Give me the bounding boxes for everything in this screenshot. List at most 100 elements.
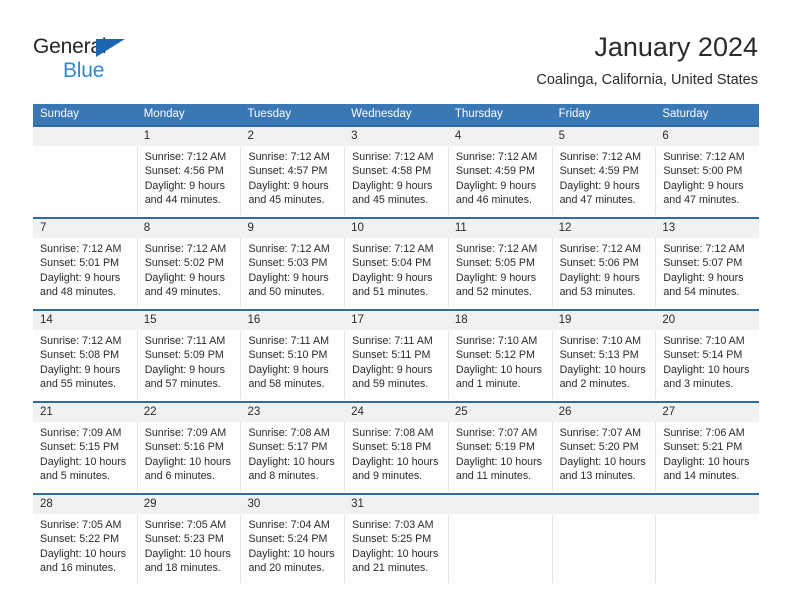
daylight-text-1: Daylight: 9 hours bbox=[352, 179, 433, 192]
day-cell[interactable]: 25 Sunrise: 7:07 AM Sunset: 5:19 PM Dayl… bbox=[447, 403, 552, 493]
day-cell[interactable]: 21 Sunrise: 7:09 AM Sunset: 5:15 PM Dayl… bbox=[33, 403, 137, 493]
day-number: 6 bbox=[655, 127, 760, 146]
sunrise-text: Sunrise: 7:12 AM bbox=[144, 243, 227, 255]
day-cell[interactable] bbox=[33, 127, 137, 217]
sunset-text: Sunset: 4:57 PM bbox=[248, 165, 328, 178]
day-cell[interactable]: 31 Sunrise: 7:03 AM Sunset: 5:25 PM Dayl… bbox=[344, 495, 448, 585]
day-cell[interactable] bbox=[655, 495, 760, 585]
day-cell[interactable]: 24 Sunrise: 7:08 AM Sunset: 5:18 PM Dayl… bbox=[344, 403, 448, 493]
day-number: 12 bbox=[551, 219, 656, 238]
calendar-page: General Blue January 2024 Coalinga, Cali… bbox=[0, 0, 792, 612]
day-number: 4 bbox=[447, 127, 552, 146]
sunrise-text: Sunrise: 7:06 AM bbox=[663, 427, 745, 439]
daylight-text-2: and 58 minutes. bbox=[248, 377, 325, 390]
day-cell[interactable]: 18 Sunrise: 7:10 AM Sunset: 5:12 PM Dayl… bbox=[447, 311, 552, 401]
sunset-text: Sunset: 5:23 PM bbox=[144, 533, 224, 546]
day-number: 8 bbox=[136, 219, 241, 238]
weekday-header-friday: Friday bbox=[558, 108, 591, 120]
sunset-text: Sunset: 5:02 PM bbox=[144, 257, 224, 270]
sunrise-text: Sunrise: 7:03 AM bbox=[352, 519, 434, 531]
sunrise-text: Sunrise: 7:07 AM bbox=[559, 427, 641, 439]
day-cell[interactable]: 8 Sunrise: 7:12 AM Sunset: 5:02 PM Dayli… bbox=[136, 219, 241, 309]
sunset-text: Sunset: 5:19 PM bbox=[455, 441, 535, 454]
day-cell[interactable]: 30 Sunrise: 7:04 AM Sunset: 5:24 PM Dayl… bbox=[240, 495, 345, 585]
daylight-text-2: and 5 minutes. bbox=[40, 469, 111, 482]
sunset-text: Sunset: 5:13 PM bbox=[559, 349, 639, 362]
daylight-text-1: Daylight: 9 hours bbox=[248, 363, 329, 376]
day-details: Sunrise: 7:12 AM Sunset: 4:59 PM Dayligh… bbox=[447, 146, 552, 215]
day-details: Sunrise: 7:03 AM Sunset: 5:25 PM Dayligh… bbox=[344, 514, 448, 583]
day-cell[interactable]: 6 Sunrise: 7:12 AM Sunset: 5:00 PM Dayli… bbox=[655, 127, 760, 217]
day-cell[interactable]: 22 Sunrise: 7:09 AM Sunset: 5:16 PM Dayl… bbox=[136, 403, 241, 493]
weekday-header-wednesday: Wednesday bbox=[351, 108, 412, 120]
daylight-text-1: Daylight: 9 hours bbox=[144, 363, 225, 376]
day-cell[interactable]: 7 Sunrise: 7:12 AM Sunset: 5:01 PM Dayli… bbox=[33, 219, 137, 309]
day-details: Sunrise: 7:09 AM Sunset: 5:15 PM Dayligh… bbox=[33, 422, 137, 491]
sunset-text: Sunset: 4:59 PM bbox=[559, 165, 639, 178]
day-cell[interactable]: 16 Sunrise: 7:11 AM Sunset: 5:10 PM Dayl… bbox=[240, 311, 345, 401]
day-cell[interactable]: 9 Sunrise: 7:12 AM Sunset: 5:03 PM Dayli… bbox=[240, 219, 345, 309]
sunrise-text: Sunrise: 7:11 AM bbox=[248, 335, 330, 347]
week-row: 7 Sunrise: 7:12 AM Sunset: 5:01 PM Dayli… bbox=[33, 217, 760, 309]
daylight-text-1: Daylight: 9 hours bbox=[663, 271, 744, 284]
day-cell[interactable]: 1 Sunrise: 7:12 AM Sunset: 4:56 PM Dayli… bbox=[136, 127, 241, 217]
sunrise-text: Sunrise: 7:12 AM bbox=[248, 243, 330, 255]
day-cell[interactable]: 23 Sunrise: 7:08 AM Sunset: 5:17 PM Dayl… bbox=[240, 403, 345, 493]
day-details: Sunrise: 7:05 AM Sunset: 5:23 PM Dayligh… bbox=[136, 514, 241, 583]
day-cell[interactable]: 5 Sunrise: 7:12 AM Sunset: 4:59 PM Dayli… bbox=[551, 127, 656, 217]
day-cell[interactable]: 28 Sunrise: 7:05 AM Sunset: 5:22 PM Dayl… bbox=[33, 495, 137, 585]
day-number: 24 bbox=[344, 403, 448, 422]
day-details: Sunrise: 7:10 AM Sunset: 5:14 PM Dayligh… bbox=[655, 330, 759, 399]
sunset-text: Sunset: 5:03 PM bbox=[248, 257, 328, 270]
daylight-text-2: and 47 minutes. bbox=[559, 193, 636, 206]
day-details bbox=[33, 146, 137, 215]
daylight-text-2: and 3 minutes. bbox=[663, 377, 734, 390]
day-cell[interactable]: 4 Sunrise: 7:12 AM Sunset: 4:59 PM Dayli… bbox=[447, 127, 552, 217]
day-details: Sunrise: 7:12 AM Sunset: 5:07 PM Dayligh… bbox=[655, 238, 759, 307]
sunset-text: Sunset: 4:56 PM bbox=[144, 165, 224, 178]
sunrise-text: Sunrise: 7:09 AM bbox=[144, 427, 227, 439]
sunset-text: Sunset: 5:08 PM bbox=[40, 349, 120, 362]
sunrise-text: Sunrise: 7:11 AM bbox=[144, 335, 226, 347]
daylight-text-1: Daylight: 9 hours bbox=[455, 271, 537, 284]
day-cell[interactable]: 20 Sunrise: 7:10 AM Sunset: 5:14 PM Dayl… bbox=[655, 311, 760, 401]
day-details: Sunrise: 7:12 AM Sunset: 5:00 PM Dayligh… bbox=[655, 146, 759, 215]
day-cell[interactable]: 29 Sunrise: 7:05 AM Sunset: 5:23 PM Dayl… bbox=[136, 495, 241, 585]
weekday-header-tuesday: Tuesday bbox=[247, 108, 292, 120]
daylight-text-2: and 13 minutes. bbox=[559, 469, 636, 482]
daylight-text-1: Daylight: 10 hours bbox=[559, 455, 646, 468]
day-cell[interactable]: 15 Sunrise: 7:11 AM Sunset: 5:09 PM Dayl… bbox=[136, 311, 241, 401]
sunrise-text: Sunrise: 7:05 AM bbox=[144, 519, 227, 531]
day-details: Sunrise: 7:07 AM Sunset: 5:19 PM Dayligh… bbox=[447, 422, 552, 491]
sunrise-text: Sunrise: 7:12 AM bbox=[248, 151, 330, 163]
day-details: Sunrise: 7:10 AM Sunset: 5:12 PM Dayligh… bbox=[447, 330, 552, 399]
day-cell[interactable] bbox=[551, 495, 656, 585]
day-cell[interactable]: 26 Sunrise: 7:07 AM Sunset: 5:20 PM Dayl… bbox=[551, 403, 656, 493]
day-details: Sunrise: 7:06 AM Sunset: 5:21 PM Dayligh… bbox=[655, 422, 759, 491]
day-cell[interactable]: 10 Sunrise: 7:12 AM Sunset: 5:04 PM Dayl… bbox=[344, 219, 448, 309]
day-cell[interactable]: 3 Sunrise: 7:12 AM Sunset: 4:58 PM Dayli… bbox=[344, 127, 448, 217]
day-cell[interactable]: 13 Sunrise: 7:12 AM Sunset: 5:07 PM Dayl… bbox=[655, 219, 760, 309]
day-cell[interactable]: 11 Sunrise: 7:12 AM Sunset: 5:05 PM Dayl… bbox=[447, 219, 552, 309]
sunset-text: Sunset: 5:01 PM bbox=[40, 257, 120, 270]
week-row: 21 Sunrise: 7:09 AM Sunset: 5:15 PM Dayl… bbox=[33, 401, 760, 493]
day-cell[interactable]: 17 Sunrise: 7:11 AM Sunset: 5:11 PM Dayl… bbox=[344, 311, 448, 401]
day-cell[interactable]: 27 Sunrise: 7:06 AM Sunset: 5:21 PM Dayl… bbox=[655, 403, 760, 493]
day-number: 27 bbox=[655, 403, 760, 422]
day-details: Sunrise: 7:12 AM Sunset: 5:06 PM Dayligh… bbox=[551, 238, 656, 307]
day-cell[interactable]: 14 Sunrise: 7:12 AM Sunset: 5:08 PM Dayl… bbox=[33, 311, 137, 401]
day-cell[interactable]: 2 Sunrise: 7:12 AM Sunset: 4:57 PM Dayli… bbox=[240, 127, 345, 217]
day-number: 11 bbox=[447, 219, 552, 238]
weekday-header-saturday: Saturday bbox=[662, 108, 709, 120]
day-details: Sunrise: 7:12 AM Sunset: 4:56 PM Dayligh… bbox=[136, 146, 241, 215]
sunrise-text: Sunrise: 7:10 AM bbox=[455, 335, 538, 347]
daylight-text-2: and 2 minutes. bbox=[559, 377, 630, 390]
day-cell[interactable]: 12 Sunrise: 7:12 AM Sunset: 5:06 PM Dayl… bbox=[551, 219, 656, 309]
day-cell[interactable]: 19 Sunrise: 7:10 AM Sunset: 5:13 PM Dayl… bbox=[551, 311, 656, 401]
day-number: 9 bbox=[240, 219, 345, 238]
day-cell[interactable] bbox=[447, 495, 552, 585]
day-details: Sunrise: 7:12 AM Sunset: 4:57 PM Dayligh… bbox=[240, 146, 344, 215]
sunset-text: Sunset: 5:16 PM bbox=[144, 441, 224, 454]
day-number: 21 bbox=[33, 403, 137, 422]
day-details: Sunrise: 7:12 AM Sunset: 5:08 PM Dayligh… bbox=[33, 330, 137, 399]
